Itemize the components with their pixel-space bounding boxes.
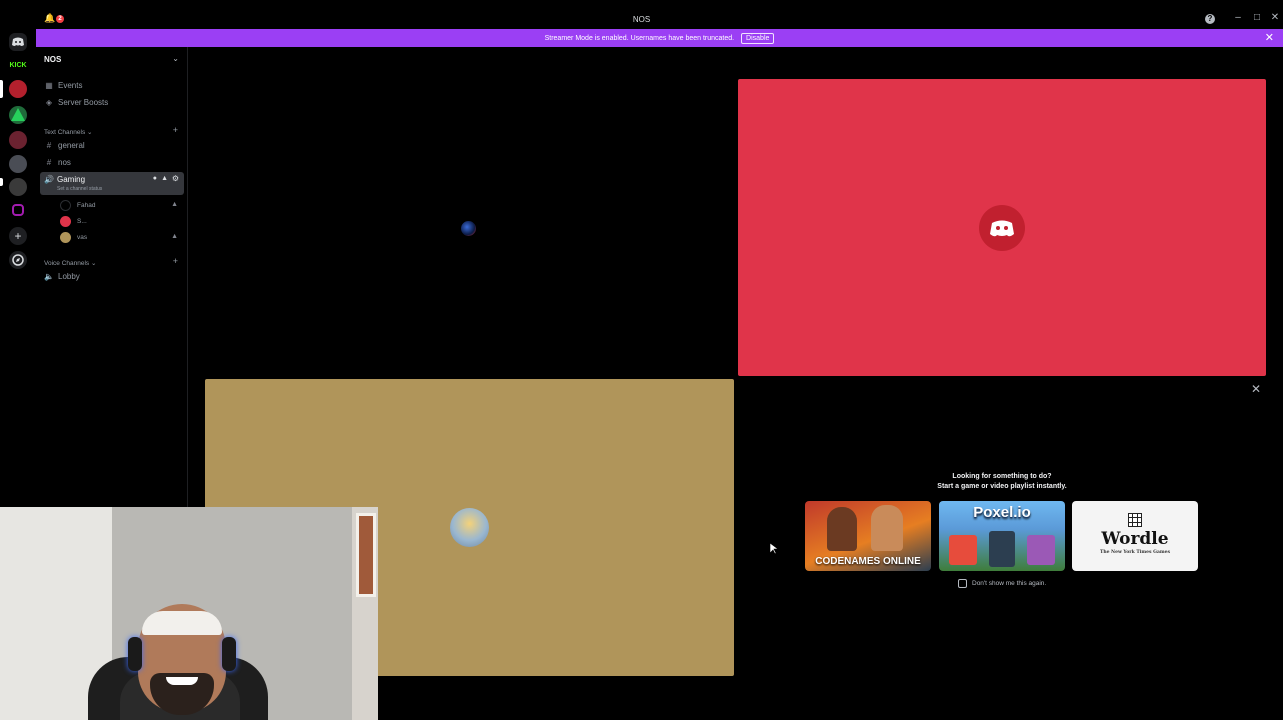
game-subtitle: The New York Times Games bbox=[1099, 550, 1171, 555]
voice-member[interactable]: S... bbox=[60, 216, 87, 227]
boost-icon: ◈ bbox=[45, 98, 53, 107]
channel-lobby[interactable]: 🔈 Lobby bbox=[44, 272, 80, 281]
avatar bbox=[450, 508, 489, 547]
speaker-icon: 🔈 bbox=[44, 272, 54, 281]
help-icon[interactable]: ? bbox=[1205, 14, 1215, 24]
channel-general[interactable]: # general bbox=[44, 141, 85, 150]
add-server-icon[interactable]: + bbox=[9, 227, 27, 245]
calendar-icon: ▦ bbox=[45, 81, 53, 90]
muted-icon: ▲ bbox=[171, 201, 178, 208]
activity-suggestion-panel: ✕ Looking for something to do? Start a g… bbox=[738, 380, 1266, 677]
server-boosts-link[interactable]: ◈ Server Boosts bbox=[44, 98, 108, 107]
disable-streamer-mode-button[interactable]: Disable bbox=[741, 33, 775, 44]
chevron-down-icon[interactable]: ⌄ bbox=[172, 54, 179, 63]
avatar bbox=[60, 200, 71, 211]
activity-subline: Start a game or video playlist instantly… bbox=[937, 483, 1067, 490]
dont-show-again-checkbox[interactable]: Don't show me this again. bbox=[958, 579, 1046, 588]
mouse-cursor bbox=[769, 542, 779, 560]
checkbox[interactable] bbox=[958, 579, 967, 588]
voice-member[interactable]: vas bbox=[60, 232, 87, 243]
close-window-icon[interactable]: ✕ bbox=[1269, 12, 1281, 23]
game-card-codenames[interactable]: CODENAMES ONLINE bbox=[805, 501, 931, 571]
server-icon-maroon[interactable] bbox=[9, 131, 27, 149]
streamer-mode-banner: Streamer Mode is enabled. Usernames have… bbox=[36, 29, 1283, 47]
avatar bbox=[979, 205, 1025, 251]
settings-gear-icon[interactable]: ⚙ bbox=[172, 174, 179, 183]
video-tile-fahad[interactable] bbox=[204, 79, 733, 376]
server-icon-red[interactable] bbox=[9, 80, 27, 98]
muted-icon: ▲ bbox=[171, 233, 178, 240]
banner-message: Streamer Mode is enabled. Usernames have… bbox=[544, 35, 735, 42]
minimize-icon[interactable]: – bbox=[1232, 12, 1244, 23]
avatar bbox=[60, 232, 71, 243]
game-card-wordle[interactable]: Wordle The New York Times Games bbox=[1072, 501, 1198, 571]
game-card-poxel[interactable]: Poxel.io bbox=[939, 501, 1065, 571]
discord-home-icon[interactable] bbox=[9, 33, 27, 51]
speaker-icon: 🔊 bbox=[44, 175, 54, 184]
avatar bbox=[60, 216, 71, 227]
server-icon-gray[interactable] bbox=[9, 155, 27, 173]
game-title: Poxel.io bbox=[973, 504, 1031, 521]
activity-headline: Looking for something to do? bbox=[952, 473, 1052, 480]
category-text-channels[interactable]: Text Channels ⌄ bbox=[44, 128, 92, 136]
events-link[interactable]: ▦ Events bbox=[44, 81, 82, 90]
avatar bbox=[461, 221, 476, 236]
close-banner-icon[interactable]: ✕ bbox=[1265, 31, 1274, 44]
invite-user-icon[interactable]: ▲ bbox=[161, 175, 168, 182]
voice-member[interactable]: Fahad bbox=[60, 200, 95, 211]
channel-gaming-active[interactable]: 🔊 Gaming Set a channel status ● ▲ ⚙ bbox=[40, 172, 184, 195]
server-name[interactable]: NOS bbox=[44, 55, 61, 64]
add-text-channel-icon[interactable]: + bbox=[173, 125, 178, 135]
window-title: NOS bbox=[632, 15, 651, 24]
game-title: CODENAMES ONLINE bbox=[815, 556, 921, 567]
close-activity-icon[interactable]: ✕ bbox=[1251, 382, 1261, 396]
webcam-overlay bbox=[0, 507, 378, 720]
channel-gaming-label: Gaming bbox=[57, 175, 86, 184]
kick-server-icon[interactable]: KICK bbox=[7, 60, 29, 72]
channel-status-hint[interactable]: Set a channel status bbox=[57, 186, 102, 192]
chat-bubble-icon[interactable]: ● bbox=[153, 175, 157, 182]
video-tile-red[interactable] bbox=[738, 79, 1266, 376]
title-bar: 🔔 2 NOS ? – □ ✕ bbox=[0, 0, 1283, 30]
server-icon-purple[interactable] bbox=[12, 204, 24, 216]
server-icon-green-triangle[interactable] bbox=[9, 106, 27, 124]
channel-nos[interactable]: # nos bbox=[44, 158, 71, 167]
hash-icon: # bbox=[46, 158, 52, 167]
server-icon-dark[interactable] bbox=[9, 178, 27, 196]
add-voice-channel-icon[interactable]: + bbox=[173, 256, 178, 266]
hash-icon: # bbox=[46, 141, 52, 150]
game-title: Wordle bbox=[1101, 529, 1169, 549]
discover-compass-icon[interactable] bbox=[9, 251, 27, 269]
checkbox-label: Don't show me this again. bbox=[972, 580, 1047, 588]
channel-sidebar: NOS ⌄ ▦ Events ◈ Server Boosts Text Channe… bbox=[36, 47, 188, 507]
maximize-icon[interactable]: □ bbox=[1251, 12, 1263, 23]
category-voice-channels[interactable]: Voice Channels ⌄ bbox=[44, 259, 96, 267]
wordle-grid-icon bbox=[1128, 513, 1142, 527]
